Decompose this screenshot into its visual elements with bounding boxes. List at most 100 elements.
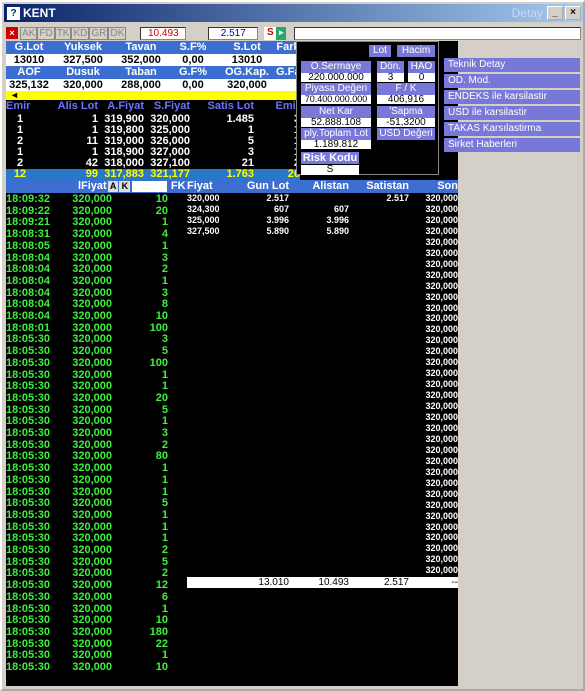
link-item[interactable]: ENDEKS ile karsilastir (444, 90, 580, 104)
trade-cell: 320,000 (72, 556, 112, 568)
link-item[interactable]: USD ile karsilastir (444, 106, 580, 120)
trade-cell: 320,000 (72, 439, 112, 451)
trade-row[interactable]: 18:05:30 320,000 2 (6, 545, 186, 557)
link-item[interactable]: TAKAS Karsılastirma (444, 122, 580, 136)
trade-cell: 18:08:04 (6, 263, 51, 276)
fk-button[interactable]: FK (169, 180, 187, 193)
info-panel: Lot Hacim O.Sermaye Dön. HAO 220.000.000… (296, 41, 439, 175)
trade-row[interactable]: 18:05:30 320,000 3 (6, 428, 186, 440)
a-button[interactable]: A (107, 181, 119, 192)
link-list: Teknik Detay OD. Mod. ENDEKS ile karsilast… (444, 58, 580, 154)
depth-row: 320,000 (187, 478, 458, 488)
trades-filter-input[interactable] (132, 181, 168, 192)
tab-tk[interactable]: TK (54, 26, 72, 40)
depth-row: 320,000 (187, 324, 458, 334)
depth-row: 320,000 (187, 313, 458, 323)
order-cell: 3 (254, 114, 300, 125)
order-cell: 327,100 (150, 158, 190, 169)
usd-button[interactable]: USD Değeri (377, 128, 435, 140)
order-row[interactable]: 242318,000327,100212 (6, 158, 300, 169)
tab-kd[interactable]: KD (71, 26, 90, 40)
trade-row[interactable]: 18:05:30 320,000 1 (6, 475, 186, 487)
trade-row[interactable]: 18:05:30 320,000 180 (6, 627, 186, 639)
trade-cell: 18:05:30 (6, 391, 51, 404)
depth-cell (187, 467, 409, 477)
order-cell: 3 (247, 147, 254, 158)
trade-cell: 320,000 (72, 486, 112, 498)
order-header-cell: Alis Lot (57, 100, 98, 112)
symbol-input[interactable] (294, 26, 581, 40)
depth-row: 320,000 (187, 259, 458, 269)
trade-row[interactable]: 18:08:04 320,000 1 (6, 276, 186, 288)
trade-row[interactable]: 18:05:30 320,000 5 (6, 346, 186, 358)
son-cell: 320,000 (425, 302, 458, 313)
trade-cell: 320,000 (72, 369, 112, 381)
detay-label[interactable]: Detay (512, 6, 543, 20)
minimize-icon[interactable]: _ (547, 6, 563, 20)
order-row[interactable]: 2 11 319,000 326,000 51 (6, 136, 300, 147)
trade-cell: 320,000 (72, 381, 112, 393)
risk-label: Risk Kodu (301, 152, 359, 164)
trade-cell: 18:08:31 (6, 228, 51, 241)
trade-row[interactable]: 18:05:30 320,000 1 (6, 381, 186, 393)
close-chart-icon[interactable]: × (6, 27, 18, 39)
trade-row[interactable]: 18:05:30 320,000 1 (6, 463, 186, 475)
trade-row[interactable]: 18:05:30 320,000 20 (6, 393, 186, 405)
hao-value: 0 (408, 73, 435, 83)
depth-cell (187, 270, 409, 280)
son-cell: 320,000 (425, 324, 458, 335)
trade-row[interactable]: 18:05:30 320,000 1 (6, 510, 186, 522)
hacim-button[interactable]: Hacim (397, 45, 435, 57)
trade-row[interactable]: 18:05:30 320,000 5 (6, 498, 186, 510)
trade-cell: 320,000 (72, 521, 112, 533)
son-cell: 320,000 (425, 280, 458, 291)
trade-row[interactable]: 18:08:31 320,000 4 (6, 229, 186, 241)
arrow-right-icon[interactable]: ► (276, 26, 287, 40)
close-icon[interactable]: × (565, 6, 581, 20)
trade-row[interactable]: 18:09:32 320,000 10 (6, 194, 186, 206)
trade-cell: 18:08:05 (6, 239, 51, 252)
son-cell: 320,000 (425, 247, 458, 258)
depth-cell: 607 (333, 203, 349, 214)
piyasa-value: 70.400.000.000 (301, 95, 371, 104)
order-row[interactable]: 11318,900327,00031 (6, 147, 300, 158)
order-cell: 325,000 (150, 125, 190, 136)
trade-row[interactable]: 18:05:30 320,000 10 (6, 662, 186, 674)
son-cell: 320,000 (425, 477, 458, 488)
trade-row[interactable]: 18:05:30 320,000 12 (6, 580, 186, 592)
link-item[interactable]: Teknik Detay (444, 58, 580, 72)
trade-cell: 22 (155, 638, 168, 650)
depth-cell (187, 248, 409, 258)
trade-cell: 20 (155, 392, 168, 404)
trade-cell: 2 (161, 439, 168, 451)
window-title: KENT (23, 6, 56, 20)
link-item[interactable]: OD. Mod. (444, 74, 580, 88)
tab-fd[interactable]: FD (37, 26, 55, 40)
depth-cell (187, 532, 409, 542)
depth-cell (187, 511, 409, 521)
trade-row[interactable]: 18:05:30 320,000 10 (6, 615, 186, 627)
order-row[interactable]: 11319,800325,00011 (6, 125, 300, 136)
son-cell: 320,000 (425, 313, 458, 324)
trade-row[interactable]: 18:05:30 320,000 100 (6, 358, 186, 370)
trade-row[interactable]: 18:08:04 320,000 2 (6, 264, 186, 276)
tab-dk[interactable]: DK (108, 26, 127, 40)
tab-ak[interactable]: AK (20, 26, 38, 40)
trade-cell: 18:05:30 (6, 625, 51, 638)
trade-row[interactable]: 18:05:30 320,000 6 (6, 592, 186, 604)
trade-cell: 320,000 (72, 275, 112, 287)
link-item[interactable]: Sirket Haberleri (444, 138, 580, 152)
trade-row[interactable]: 18:08:05 320,000 1 (6, 241, 186, 253)
lot-button[interactable]: Lot (369, 45, 391, 57)
s-button[interactable]: S (264, 26, 277, 40)
trade-row[interactable]: 18:08:04 320,000 10 (6, 311, 186, 323)
depth-header-cell: Satistan (366, 180, 409, 192)
son-cell: 320,000 (425, 335, 458, 346)
trade-cell: 320,000 (72, 311, 112, 322)
fk-value: 406,916 (377, 95, 435, 105)
netkar-value: 52.888.108 (301, 118, 371, 128)
k-button[interactable]: K (119, 181, 131, 192)
order-row[interactable]: 1 1 319,900 320,000 1.4853 (6, 114, 300, 125)
tab-gr[interactable]: GR (89, 26, 109, 40)
order-cell: 319,900 (104, 114, 144, 125)
